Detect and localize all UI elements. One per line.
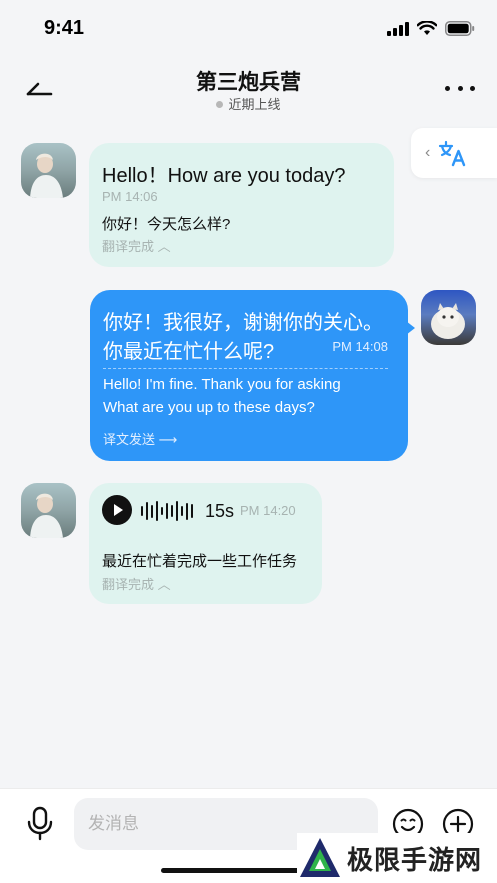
wifi-icon [417, 21, 437, 35]
watermark-logo-icon [300, 838, 340, 877]
more-options-button[interactable] [445, 78, 475, 98]
translate-icon [439, 140, 466, 167]
status-dot-icon [216, 101, 224, 109]
page-title: 第三炮兵营 [196, 71, 301, 94]
message-text: Hello！How are you today? [102, 165, 346, 187]
message-time: PM 14:06 [102, 189, 158, 204]
chevron-up-icon: ︿ [157, 577, 171, 592]
voice-input-button[interactable] [26, 806, 54, 842]
status-bar: 9:41 [0, 0, 497, 58]
user-avatar-image [431, 303, 465, 339]
more-dot-icon [457, 85, 463, 91]
message-translation: 最近在忙着完成一些工作任务 [102, 553, 298, 570]
translation-divider [103, 368, 388, 369]
contact-avatar[interactable] [21, 483, 76, 538]
translate-toggle-tab[interactable]: ‹ [411, 128, 497, 178]
message-translation-line1: Hello! I'm fine. Thank you for asking [103, 376, 341, 393]
battery-icon [445, 21, 475, 36]
more-dot-icon [445, 85, 450, 91]
message-bubble-incoming[interactable]: Hello！How are you today? PM 14:06 你好！今天怎… [89, 143, 394, 267]
contact-avatar-image [30, 153, 63, 198]
status-icons [387, 21, 475, 36]
bubble-tail [406, 321, 415, 335]
translation-status-label: 译文发送 [103, 432, 156, 447]
online-status-text: 近期上线 [228, 97, 281, 112]
play-voice-button[interactable] [102, 495, 132, 525]
message-text-line1: 你好！我很好，谢谢你的关心。 [103, 312, 383, 334]
message-translation-line2: What are you up to these days? [103, 399, 315, 416]
arrow-right-icon: ⟶ [158, 432, 178, 447]
user-avatar[interactable] [421, 290, 476, 345]
translation-status[interactable]: 译文发送 ⟶ [103, 429, 177, 448]
translation-status[interactable]: 翻译完成 ︿ [102, 236, 171, 255]
message-bubble-outgoing[interactable]: 你好！我很好，谢谢你的关心。 你最近在忙什么呢? PM 14:08 Hello!… [90, 290, 408, 461]
message-time: PM 14:20 [240, 503, 296, 518]
chat-header: 第三炮兵营 近期上线 [0, 58, 497, 120]
status-time: 9:41 [44, 17, 85, 39]
contact-avatar[interactable] [21, 143, 76, 198]
voice-message-bubble[interactable]: 15s PM 14:20 最近在忙着完成一些工作任务 翻译完成 ︿ [89, 483, 322, 604]
message-text-line2: 你最近在忙什么呢? [103, 341, 275, 363]
microphone-icon [27, 806, 53, 841]
translation-status[interactable]: 翻译完成 ︿ [102, 574, 171, 593]
voice-waveform-icon [141, 500, 193, 522]
translation-status-label: 翻译完成 [102, 577, 155, 592]
chevron-up-icon: ︿ [157, 239, 171, 254]
message-translation: 你好！今天怎么样? [102, 216, 231, 233]
translation-status-label: 翻译完成 [102, 239, 155, 254]
voice-duration: 15s [205, 501, 235, 521]
watermark: 极限手游网 [297, 833, 497, 883]
message-time: PM 14:08 [332, 339, 388, 354]
chevron-left-icon: ‹ [425, 144, 431, 161]
signal-icon [387, 21, 409, 36]
online-status: 近期上线 [0, 94, 497, 113]
contact-avatar-image [30, 493, 63, 538]
watermark-text: 极限手游网 [347, 844, 483, 875]
more-dot-icon [470, 85, 475, 91]
